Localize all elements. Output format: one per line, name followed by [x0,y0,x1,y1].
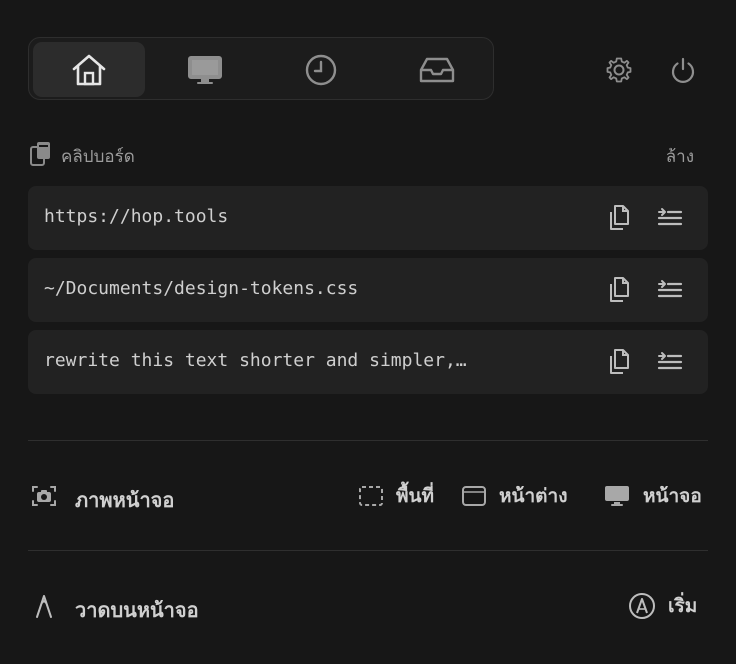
screenshot-label: ภาพหน้าจอ [75,488,175,512]
start-draw-label: เริ่ม [668,595,698,617]
capture-area-button[interactable]: พื้นที่ [358,480,434,512]
clipboard-icon [30,142,50,166]
capture-window-label: หน้าต่าง [499,485,568,507]
paste-button[interactable] [654,202,686,234]
copy-icon [610,277,629,302]
insert-text-icon [657,352,683,370]
gear-icon [606,57,632,83]
home-icon [72,54,106,85]
camera-icon [32,486,56,506]
copy-icon [610,349,629,374]
power-icon [671,57,695,83]
clipboard-title: คลิปบอร์ด [61,147,135,167]
monitor-icon [188,55,222,84]
clipboard-item-text: rewrite this text shorter and simpler,… [44,350,467,371]
copy-button[interactable] [602,202,634,234]
window-icon [462,486,486,506]
start-draw-button[interactable]: เริ่ม [628,590,697,622]
clock-icon [305,54,337,85]
capture-area-label: พื้นที่ [396,485,435,507]
copy-button[interactable] [602,346,634,378]
clear-clipboard-button[interactable]: ล้าง [666,143,694,170]
insert-text-icon [657,208,683,226]
clipboard-item-text: ~/Documents/design-tokens.css [44,278,359,299]
copy-button[interactable] [602,274,634,306]
copy-icon [610,205,629,230]
tab-history[interactable] [265,42,377,97]
capture-screen-label: หน้าจอ [643,485,702,507]
clipboard-item[interactable]: ~/Documents/design-tokens.css [28,258,708,322]
capture-window-button[interactable]: หน้าต่าง [461,480,567,512]
pen-nib-icon [36,595,52,618]
clipboard-item[interactable]: https://hop.tools [28,186,708,250]
tab-bar [28,37,494,100]
dashed-selection-icon [359,486,383,506]
divider [28,550,708,551]
draw-row: วาดบนหน้าจอ เริ่ม [28,586,708,626]
capture-screen-button[interactable]: หน้าจอ [603,480,702,512]
paste-button[interactable] [654,274,686,306]
tab-display[interactable] [149,42,261,97]
draw-label: วาดบนหน้าจอ [75,598,199,622]
paste-button[interactable] [654,346,686,378]
monitor-icon [605,486,629,506]
divider [28,440,708,441]
clipboard-header: คลิปบอร์ด ล้าง [28,140,708,168]
screenshot-row: ภาพหน้าจอ พื้นที่ หน้าต่าง หน้าจอ [28,476,708,516]
inbox-tray-icon [419,57,455,82]
insert-text-icon [657,280,683,298]
tab-inbox[interactable] [381,42,493,97]
clipboard-item-text: https://hop.tools [44,206,229,227]
app-panel: คลิปบอร์ด ล้าง https://hop.tools ~/Docum… [0,0,736,664]
clipboard-item[interactable]: rewrite this text shorter and simpler,… [28,330,708,394]
tab-home[interactable] [33,42,145,97]
settings-button[interactable] [603,54,635,86]
pen-circle-icon [629,593,655,619]
power-button[interactable] [667,54,699,86]
